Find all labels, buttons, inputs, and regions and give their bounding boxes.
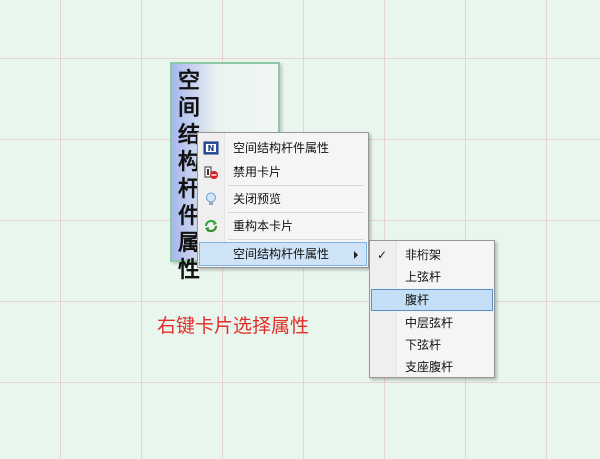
submenu-item-label: 腹杆 <box>405 293 430 307</box>
submenu: ✓ 非桁架 上弦杆 腹杆 中层弦杆 下弦杆 支座腹杆 <box>369 240 495 378</box>
bulb-icon <box>203 191 219 207</box>
submenu-arrow-icon <box>354 251 358 259</box>
n-document-icon: N <box>203 140 219 156</box>
submenu-item-label: 非桁架 <box>405 248 442 262</box>
submenu-item-upper-chord[interactable]: 上弦杆 <box>371 266 493 288</box>
submenu-item-middle-chord[interactable]: 中层弦杆 <box>371 312 493 334</box>
menu-item-label: 禁用卡片 <box>233 165 282 179</box>
submenu-item-web-member[interactable]: 腹杆 <box>371 289 493 311</box>
submenu-item-label: 下弦杆 <box>405 338 442 352</box>
menu-item-label: 空间结构杆件属性 <box>233 247 330 261</box>
menu-item-member-type-submenu[interactable]: 空间结构杆件属性 <box>199 242 367 266</box>
submenu-item-label: 支座腹杆 <box>405 360 454 374</box>
submenu-item-non-truss[interactable]: ✓ 非桁架 <box>371 244 493 266</box>
menu-item-label: 空间结构杆件属性 <box>233 141 330 155</box>
submenu-item-support-web[interactable]: 支座腹杆 <box>371 356 493 378</box>
svg-text:N: N <box>208 144 215 153</box>
menu-item-label: 关闭预览 <box>233 192 282 206</box>
disable-card-icon <box>203 164 219 180</box>
menu-item-rebuild-card[interactable]: 重构本卡片 <box>199 214 367 238</box>
context-menu: N 空间结构杆件属性 禁用卡片 关闭预览 重构本卡片 空间结构杆件属性 <box>197 132 369 268</box>
canvas: 空间结构杆件属性 N 空间结构杆件属性 禁用卡片 关闭预览 重构本卡片 空间结构… <box>0 0 600 459</box>
check-icon: ✓ <box>377 248 388 262</box>
menu-item-label: 重构本卡片 <box>233 219 294 233</box>
menu-item-disable-card[interactable]: 禁用卡片 <box>199 160 367 184</box>
menu-separator <box>228 212 364 213</box>
menu-separator <box>228 185 364 186</box>
menu-item-member-properties[interactable]: N 空间结构杆件属性 <box>199 136 367 160</box>
menu-separator <box>228 239 364 240</box>
submenu-item-label: 中层弦杆 <box>405 316 454 330</box>
submenu-item-lower-chord[interactable]: 下弦杆 <box>371 334 493 356</box>
refresh-icon <box>203 218 219 234</box>
menu-item-close-preview[interactable]: 关闭预览 <box>199 187 367 211</box>
caption-text: 右键卡片选择属性 <box>157 315 310 337</box>
submenu-item-label: 上弦杆 <box>405 270 442 284</box>
